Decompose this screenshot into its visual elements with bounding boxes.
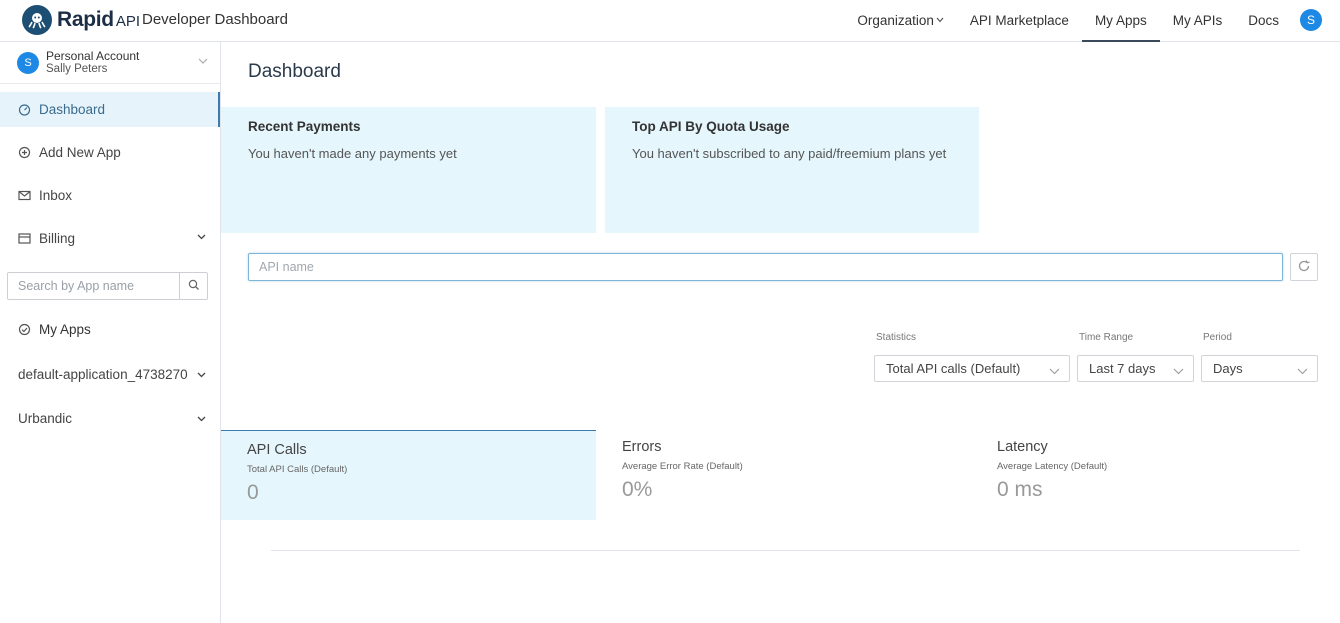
chevron-down-icon bbox=[197, 413, 206, 425]
user-menu[interactable]: S bbox=[1292, 0, 1340, 42]
nav-api-marketplace[interactable]: API Marketplace bbox=[957, 0, 1082, 42]
main-content: Dashboard Recent Payments You haven't ma… bbox=[221, 42, 1340, 623]
nav-organization[interactable]: Organization bbox=[844, 0, 957, 42]
sidebar-item-dashboard[interactable]: Dashboard bbox=[0, 92, 220, 127]
search-icon bbox=[188, 279, 200, 294]
sidebar-item-label: Billing bbox=[39, 231, 76, 246]
card-text: You haven't made any payments yet bbox=[248, 146, 457, 161]
recent-payments-card: Recent Payments You haven't made any pay… bbox=[221, 107, 596, 233]
app-name: Urbandic bbox=[18, 410, 73, 426]
chevron-down-icon bbox=[936, 15, 944, 25]
top-nav: Organization API Marketplace My Apps My … bbox=[844, 0, 1340, 42]
refresh-button[interactable] bbox=[1290, 253, 1318, 281]
account-switcher[interactable]: S Personal Account Sally Peters bbox=[0, 42, 220, 84]
period-select[interactable]: Days bbox=[1201, 355, 1318, 382]
api-name-input[interactable] bbox=[248, 253, 1283, 281]
chevron-down-icon bbox=[197, 231, 206, 243]
billing-icon bbox=[18, 232, 31, 245]
time-range-label: Time Range bbox=[1079, 332, 1134, 343]
chevron-down-icon bbox=[1173, 363, 1184, 378]
metric-title: Errors bbox=[622, 439, 662, 455]
check-circle-icon bbox=[18, 323, 31, 336]
nav-my-apis[interactable]: My APIs bbox=[1160, 0, 1236, 42]
avatar: S bbox=[1300, 9, 1322, 31]
chevron-down-icon bbox=[1049, 363, 1060, 378]
mail-icon bbox=[18, 189, 31, 202]
metric-title: Latency bbox=[997, 439, 1048, 455]
metric-value: 0 ms bbox=[997, 478, 1043, 501]
card-text: You haven't subscribed to any paid/freem… bbox=[632, 146, 947, 161]
chart-baseline bbox=[271, 550, 1300, 551]
statistics-value: Total API calls (Default) bbox=[886, 361, 1021, 376]
nav-docs[interactable]: Docs bbox=[1235, 0, 1292, 42]
metric-subtitle: Average Error Rate (Default) bbox=[622, 461, 743, 472]
metric-tab-errors[interactable]: Errors Average Error Rate (Default) 0% bbox=[596, 428, 971, 518]
top-api-quota-card: Top API By Quota Usage You haven't subsc… bbox=[605, 107, 979, 233]
sidebar-app-urbandic[interactable]: Urbandic bbox=[0, 403, 220, 433]
chevron-down-icon bbox=[197, 369, 206, 381]
app-name: default-application_4738270 bbox=[18, 366, 188, 382]
metric-value: 0% bbox=[622, 478, 653, 501]
time-range-select[interactable]: Last 7 days bbox=[1077, 355, 1194, 382]
metric-tab-api-calls[interactable]: API Calls Total API Calls (Default) 0 bbox=[221, 430, 596, 520]
add-circle-icon bbox=[18, 146, 31, 159]
account-type: Personal Account bbox=[46, 48, 140, 63]
chevron-down-icon bbox=[198, 56, 208, 68]
metric-title: API Calls bbox=[247, 442, 307, 458]
sidebar: S Personal Account Sally Peters Dashboar… bbox=[0, 42, 221, 623]
sidebar-item-label: Add New App bbox=[39, 145, 121, 160]
sidebar-item-label: Inbox bbox=[39, 188, 73, 203]
period-label: Period bbox=[1203, 332, 1232, 343]
period-value: Days bbox=[1213, 361, 1243, 376]
metric-tab-latency[interactable]: Latency Average Latency (Default) 0 ms bbox=[971, 428, 1340, 518]
account-avatar: S bbox=[17, 51, 39, 74]
sidebar-item-label: Dashboard bbox=[39, 102, 106, 117]
sidebar-item-inbox[interactable]: Inbox bbox=[0, 178, 220, 213]
metric-value: 0 bbox=[247, 481, 259, 504]
chevron-down-icon bbox=[1297, 363, 1308, 378]
top-navbar: Rapid API Developer Dashboard Organizati… bbox=[0, 0, 1340, 42]
time-range-value: Last 7 days bbox=[1089, 361, 1156, 376]
logo-suffix: API bbox=[115, 13, 141, 30]
app-search-input[interactable] bbox=[8, 273, 180, 299]
page-title: Dashboard bbox=[248, 61, 341, 82]
sidebar-app-default-application[interactable]: default-application_4738270 bbox=[0, 359, 220, 389]
card-title: Recent Payments bbox=[248, 119, 361, 134]
app-title: Developer Dashboard bbox=[142, 11, 288, 28]
card-title: Top API By Quota Usage bbox=[632, 119, 790, 134]
sidebar-item-add-new-app[interactable]: Add New App bbox=[0, 135, 220, 170]
logo-text: Rapid bbox=[57, 8, 114, 31]
app-search bbox=[7, 272, 208, 300]
metric-subtitle: Total API Calls (Default) bbox=[247, 464, 348, 475]
search-button[interactable] bbox=[179, 273, 207, 299]
nav-organization-label: Organization bbox=[857, 12, 934, 28]
dashboard-icon bbox=[18, 103, 31, 116]
sidebar-item-billing[interactable]: Billing bbox=[0, 221, 220, 256]
account-name: Sally Peters bbox=[46, 62, 108, 75]
statistics-select[interactable]: Total API calls (Default) bbox=[874, 355, 1070, 382]
my-apps-label: My Apps bbox=[39, 322, 91, 337]
logo-octopus-icon bbox=[22, 5, 52, 35]
nav-my-apps[interactable]: My Apps bbox=[1081, 0, 1160, 42]
metric-subtitle: Average Latency (Default) bbox=[997, 461, 1108, 472]
statistics-label: Statistics bbox=[876, 332, 917, 343]
refresh-icon bbox=[1297, 259, 1311, 276]
my-apps-header: My Apps bbox=[18, 322, 91, 337]
rapidapi-logo[interactable]: Rapid API bbox=[22, 4, 140, 36]
